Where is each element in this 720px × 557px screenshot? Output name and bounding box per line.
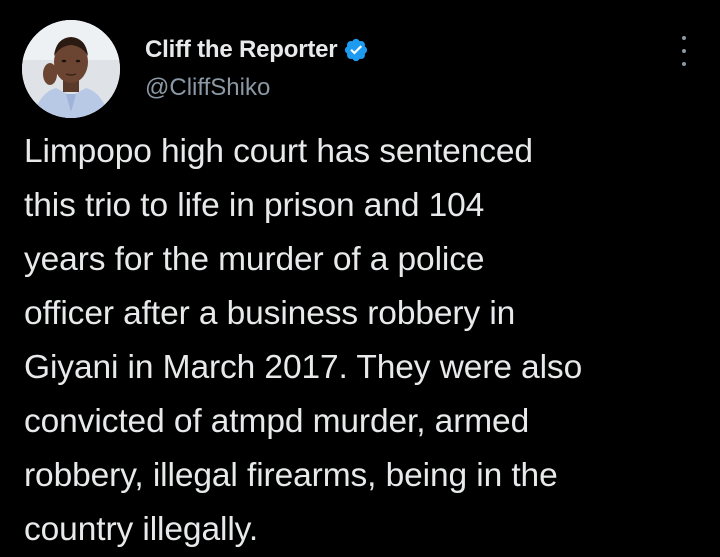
tweet-text-line: Giyani in March 2017. They were also [24,349,583,386]
verified-badge-icon [343,37,369,63]
more-dot [682,49,686,53]
tweet-text-line: country illegally. [24,511,259,548]
more-options-icon[interactable] [670,36,698,66]
author-name-row: Cliff the Reporter [145,33,369,67]
author-handle[interactable]: @CliffShiko [145,74,270,102]
tweet-text-line: this trio to life in prison and 104 [24,187,485,224]
avatar-image [22,20,120,118]
tweet-card: Cliff the Reporter @CliffShiko Limpopo h… [0,0,720,556]
tweet-text-line: robbery, illegal firearms, being in the [24,457,558,494]
tweet-text-line: convicted of atmpd murder, armed [24,403,530,440]
avatar[interactable] [22,20,120,118]
tweet-text-line: officer after a business robbery in [24,295,516,332]
tweet-text-line: Limpopo high court has sentenced [24,133,533,170]
tweet-text-line: years for the murder of a police [24,241,485,278]
tweet-text: Limpopo high court has sentenced this tr… [24,125,714,557]
more-dot [682,36,686,40]
author-display-name[interactable]: Cliff the Reporter [145,36,338,64]
more-dot [682,62,686,66]
